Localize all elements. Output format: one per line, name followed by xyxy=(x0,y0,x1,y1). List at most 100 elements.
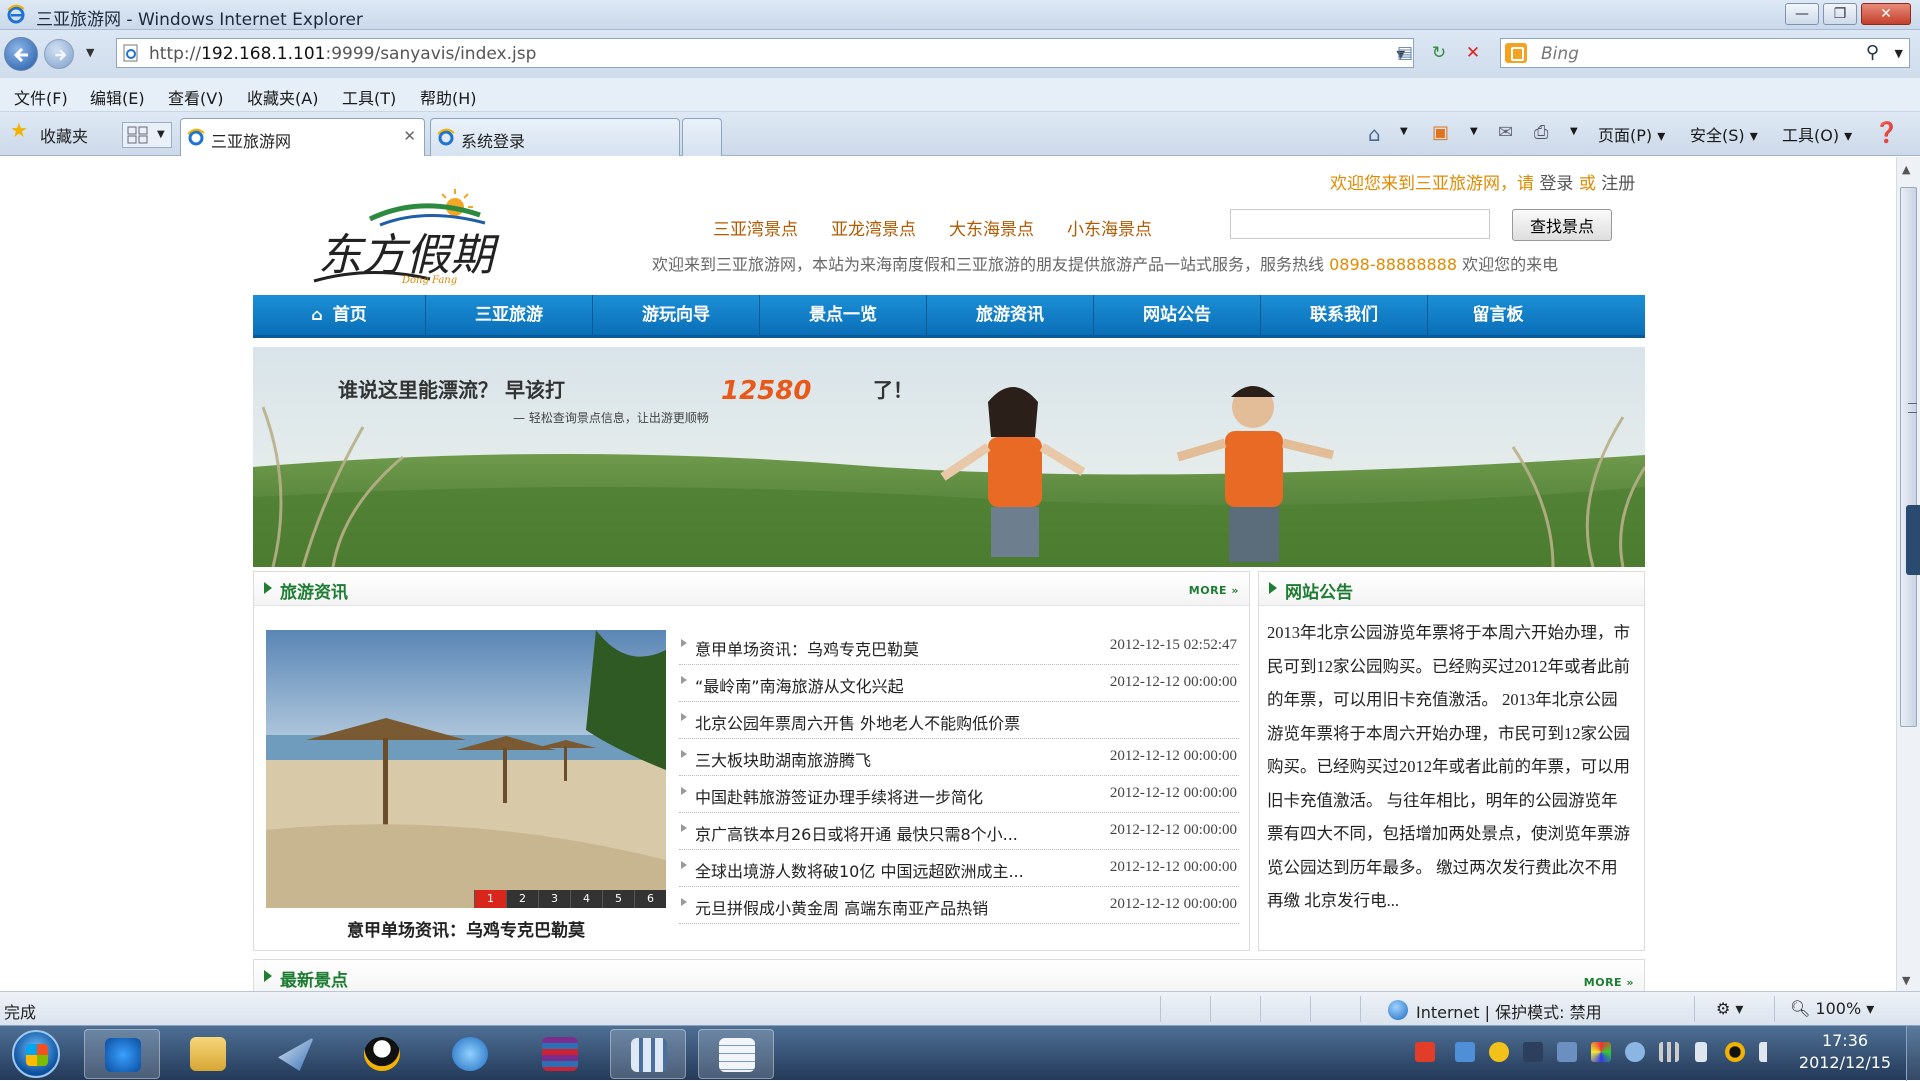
search-box[interactable]: Bing ⚲ ▼ xyxy=(1500,38,1910,68)
close-button[interactable]: ✕ xyxy=(1861,3,1911,25)
pager-page-1[interactable]: 1 xyxy=(474,890,506,908)
minimize-button[interactable]: — xyxy=(1785,3,1819,25)
list-item[interactable]: “最岭南”南海旅游从文化兴起 2012-12-12 00:00:00 xyxy=(679,665,1239,702)
pager-page-2[interactable]: 2 xyxy=(506,890,538,908)
pager-page-5[interactable]: 5 xyxy=(602,890,634,908)
scenic-search-input[interactable] xyxy=(1230,209,1490,239)
notice-text[interactable]: 2013年北京公园游览年票将于本周六开始办理，市民可到12家公园购买。已经购买过… xyxy=(1267,616,1631,918)
maximize-button[interactable]: ❐ xyxy=(1823,3,1857,25)
zoom-level[interactable]: 🔍︎ 100% ▾ xyxy=(1790,999,1874,1018)
menu-edit[interactable]: 编辑(E) xyxy=(90,85,145,109)
pager-page-4[interactable]: 4 xyxy=(570,890,602,908)
taskbar-app-bird[interactable] xyxy=(258,1029,334,1079)
list-item[interactable]: 北京公园年票周六开售 外地老人不能购低价票 xyxy=(679,702,1239,739)
list-item[interactable]: 元旦拼假成小黄金周 高端东南亚产品热销 2012-12-12 00:00:00 xyxy=(679,887,1239,924)
home-icon[interactable]: ⌂ xyxy=(1368,122,1381,146)
scenic-search-button[interactable]: 查找景点 xyxy=(1512,209,1612,241)
address-bar[interactable]: http://192.168.1.101:9999/sanyavis/index… xyxy=(116,38,1414,68)
print-icon[interactable]: ⎙ xyxy=(1534,122,1548,143)
address-url[interactable]: http://192.168.1.101:9999/sanyavis/index… xyxy=(149,44,536,64)
toplink-xiaodonghai[interactable]: 小东海景点 xyxy=(1067,215,1152,240)
menu-help[interactable]: 帮助(H) xyxy=(420,85,477,109)
toplink-sanya-bay[interactable]: 三亚湾景点 xyxy=(713,215,798,240)
monitor-icon[interactable] xyxy=(1523,1042,1543,1062)
chevron-down-icon[interactable]: ▼ xyxy=(1570,126,1578,137)
back-button[interactable] xyxy=(4,37,38,71)
nav-notices[interactable]: 网站公告 xyxy=(1094,295,1261,335)
qq-tray-icon[interactable] xyxy=(1725,1042,1745,1062)
news-photo-caption[interactable]: 意甲单场资讯：乌鸡专克巴勒莫 xyxy=(266,916,666,941)
help-icon[interactable]: ❓ xyxy=(1874,120,1899,144)
taskbar-app-fish[interactable] xyxy=(432,1029,508,1079)
chat-icon[interactable] xyxy=(1455,1042,1475,1062)
chevron-down-icon[interactable]: ▼ xyxy=(157,129,165,140)
taskbar-ie[interactable] xyxy=(84,1029,160,1079)
menu-favorites[interactable]: 收藏夹(A) xyxy=(247,85,318,109)
latest-more-link[interactable]: MORE » xyxy=(1584,976,1634,989)
chevron-down-icon[interactable]: ▼ xyxy=(1400,126,1408,137)
menu-view[interactable]: 查看(V) xyxy=(168,85,223,109)
news-photo[interactable]: 1 2 3 4 5 6 xyxy=(266,630,666,908)
network-app-icon[interactable] xyxy=(1625,1042,1645,1062)
taskbar-qq[interactable] xyxy=(344,1029,420,1079)
menu-file[interactable]: 文件(F) xyxy=(14,85,68,109)
register-link[interactable]: 注册 xyxy=(1601,174,1635,194)
toplink-yalong-bay[interactable]: 亚龙湾景点 xyxy=(831,215,916,240)
page-menu[interactable]: 页面(P) ▾ xyxy=(1598,122,1665,146)
list-item[interactable]: 全球出境游人数将破10亿 中国远超欧洲成主... 2012-12-12 00:00… xyxy=(679,850,1239,887)
start-button[interactable] xyxy=(12,1030,60,1078)
system-clock[interactable]: 17:36 2012/12/15 xyxy=(1790,1030,1900,1074)
chevron-down-icon[interactable]: ▼ xyxy=(1470,126,1478,137)
tab-login[interactable]: 系统登录 xyxy=(430,118,680,156)
side-panel-handle[interactable] xyxy=(1906,505,1920,575)
taskbar-app-sheet[interactable] xyxy=(698,1029,774,1079)
sogou-ime-icon[interactable] xyxy=(1415,1042,1435,1062)
refresh-icon[interactable]: ↻ xyxy=(1426,40,1452,66)
scroll-down-icon[interactable]: ▼ xyxy=(1902,974,1910,987)
taskbar-app-film[interactable] xyxy=(610,1029,686,1079)
nav-scenic-list[interactable]: 景点一览 xyxy=(760,295,927,335)
list-item[interactable]: 京广高铁本月26日或将开通 最快只需8个小... 2012-12-12 00:00… xyxy=(679,813,1239,850)
compatibility-view-icon[interactable]: ▤ xyxy=(1392,40,1418,66)
nav-contact[interactable]: 联系我们 xyxy=(1261,295,1428,335)
list-item[interactable]: 意甲单场资讯：乌鸡专克巴勒莫 2012-12-15 02:52:47 xyxy=(679,628,1239,665)
scrollbar-thumb[interactable] xyxy=(1900,187,1917,727)
nav-guide[interactable]: 游玩向导 xyxy=(593,295,760,335)
battery-icon[interactable] xyxy=(1695,1042,1707,1062)
search-dropdown-icon[interactable]: ▼ xyxy=(1895,47,1903,60)
news-more-link[interactable]: MORE » xyxy=(1189,584,1239,597)
tab-sanya[interactable]: 三亚旅游网 ✕ xyxy=(180,118,425,156)
nav-guestbook[interactable]: 留言板 xyxy=(1428,295,1568,335)
signal-icon[interactable] xyxy=(1659,1042,1679,1062)
site-logo[interactable]: 东方假期 Dong Fang xyxy=(310,185,525,295)
nav-sanya-travel[interactable]: 三亚旅游 xyxy=(426,295,593,335)
search-icon[interactable]: ⚲ xyxy=(1866,42,1879,63)
taskbar-explorer[interactable] xyxy=(170,1029,246,1079)
pager-page-6[interactable]: 6 xyxy=(634,890,666,908)
new-tab-button[interactable] xyxy=(682,118,722,156)
colorful-icon[interactable] xyxy=(1591,1042,1611,1062)
banner-image[interactable]: 谁说这里能漂流？ 早该打 12580 了！ — 轻松查询景点信息，让出游更顺畅 xyxy=(253,347,1645,567)
feeds-icon[interactable]: ▣ xyxy=(1432,122,1449,143)
mail-icon[interactable]: ✉ xyxy=(1498,122,1513,143)
list-item[interactable]: 三大板块助湖南旅游腾飞 2012-12-12 00:00:00 xyxy=(679,739,1239,776)
tools-menu[interactable]: 工具(O) ▾ xyxy=(1782,122,1852,146)
toplink-dadonghai[interactable]: 大东海景点 xyxy=(949,215,1034,240)
tab-close-icon[interactable]: ✕ xyxy=(403,127,416,145)
nav-home[interactable]: ⌂ 首页 xyxy=(253,295,426,335)
forward-button[interactable] xyxy=(44,39,74,69)
pager-page-3[interactable]: 3 xyxy=(538,890,570,908)
security-zone[interactable]: Internet | 保护模式: 禁用 xyxy=(1416,999,1602,1023)
popup-blocker-icon[interactable]: ⚙ ▾ xyxy=(1716,999,1743,1018)
plus-icon[interactable] xyxy=(1489,1042,1509,1062)
show-desktop-button[interactable] xyxy=(1906,1026,1920,1081)
history-dropdown-icon[interactable]: ▼ xyxy=(86,46,94,59)
volume-icon[interactable] xyxy=(1759,1042,1779,1062)
menu-tools[interactable]: 工具(T) xyxy=(342,85,396,109)
safety-menu[interactable]: 安全(S) ▾ xyxy=(1690,122,1758,146)
taskbar-winrar[interactable] xyxy=(522,1029,598,1079)
login-link[interactable]: 登录 xyxy=(1539,174,1573,194)
scroll-up-icon[interactable]: ▲ xyxy=(1902,163,1910,176)
stop-icon[interactable]: ✕ xyxy=(1460,40,1486,66)
window-icon[interactable] xyxy=(1557,1042,1577,1062)
